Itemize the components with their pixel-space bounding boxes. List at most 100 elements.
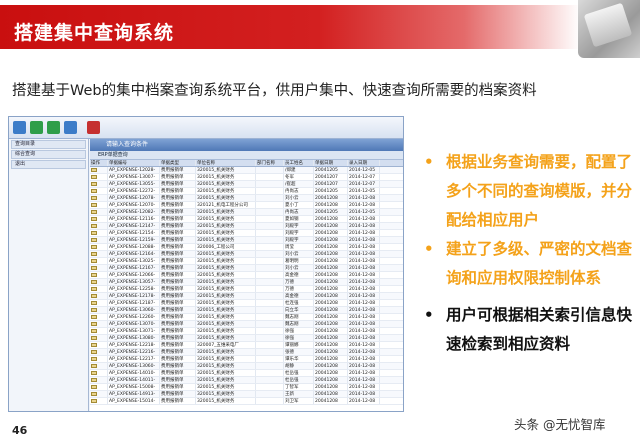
column-header[interactable]: 操作 — [90, 160, 108, 166]
table-row[interactable]: AP_EXPENSE-12147- 费用报销单 320015_机关财务 刘殿宇 2004… — [90, 223, 403, 230]
row-action-cell[interactable] — [90, 286, 108, 292]
row-action-cell[interactable] — [90, 377, 108, 383]
document-icon[interactable] — [91, 210, 97, 214]
table-row[interactable]: AP_EXPENSE-15014- 费用报销单 320015_机关财务 刘卫军 2004… — [90, 398, 403, 405]
column-header[interactable]: 单据编号 — [108, 160, 160, 166]
table-row[interactable]: AP_EXPENSE-12028- 费用报销单 320015_机关财务/郑建 2004… — [90, 167, 403, 174]
row-action-cell[interactable] — [90, 230, 108, 236]
row-action-cell[interactable] — [90, 356, 108, 362]
table-row[interactable]: AP_EXPENSE-13071- 费用报销单 320015_机关财务 徐强 20041… — [90, 328, 403, 335]
table-row[interactable]: AP_EXPENSE-13080- 费用报销单 320015_机关财务 徐强 20041… — [90, 335, 403, 342]
sidebar-item[interactable]: 退出 — [11, 160, 86, 169]
row-action-cell[interactable] — [90, 244, 108, 250]
column-header[interactable]: 单位名称 — [196, 160, 256, 166]
table-row[interactable]: AP_EXPENSE-12260- 费用报销单 320015_机关财务 魏志刚 2004… — [90, 314, 403, 321]
table-row[interactable]: AP_EXPENSE-12216- 费用报销单 320015_机关财务 张德 20041… — [90, 349, 403, 356]
document-icon[interactable] — [91, 364, 97, 368]
table-row[interactable]: AP_EXPENSE-13025- 费用报销单 320015_机关财务 葛明明 2004… — [90, 258, 403, 265]
document-icon[interactable] — [91, 266, 97, 270]
table-row[interactable]: AP_EXPENSE-13060- 费用报销单 320015_机关财务 向立华 2004… — [90, 307, 403, 314]
table-row[interactable]: AP_EXPENSE-12178- 费用报销单 320015_机关财务 高金德 2004… — [90, 293, 403, 300]
close-icon[interactable] — [87, 121, 100, 134]
table-row[interactable]: AP_EXPENSE-13060- 费用报销单 320015_机关财务 胡静 20041… — [90, 363, 403, 370]
row-action-cell[interactable] — [90, 370, 108, 376]
document-icon[interactable] — [91, 273, 97, 277]
table-row[interactable]: AP_EXPENSE-12154- 费用报销单 320015_机关财务 刘殿宇 2004… — [90, 230, 403, 237]
document-icon[interactable] — [91, 315, 97, 319]
table-row[interactable]: AP_EXPENSE-12187- 费用报销单 320015_机关财务 杜连强 2004… — [90, 300, 403, 307]
document-icon[interactable] — [91, 357, 97, 361]
row-action-cell[interactable] — [90, 307, 108, 313]
row-action-cell[interactable] — [90, 321, 108, 327]
document-icon[interactable] — [91, 329, 97, 333]
document-icon[interactable] — [91, 217, 97, 221]
document-icon[interactable] — [91, 385, 97, 389]
document-icon[interactable] — [91, 399, 97, 403]
sidebar-item[interactable]: 综合查询 — [11, 150, 86, 159]
row-action-cell[interactable] — [90, 363, 108, 369]
column-header[interactable]: 单据日期 — [314, 160, 348, 166]
table-row[interactable]: AP_EXPENSE-12078- 费用报销单 320015_机关财务 刘小云 2004… — [90, 195, 403, 202]
table-row[interactable]: AP_EXPENSE-12082- 费用报销单 320015_机关财务 冉尚志 2004… — [90, 209, 403, 216]
row-action-cell[interactable] — [90, 174, 108, 180]
table-row[interactable]: AP_EXPENSE-12116- 费用报销单 320015_机关财务 夏如钢 2004… — [90, 216, 403, 223]
table-row[interactable]: AP_EXPENSE-15008- 费用报销单 320015_机关财务 丁智军 2004… — [90, 384, 403, 391]
document-icon[interactable] — [91, 238, 97, 242]
table-row[interactable]: AP_EXPENSE-12066- 费用报销单 320015_机关财务 高金德 2004… — [90, 272, 403, 279]
row-action-cell[interactable] — [90, 188, 108, 194]
row-action-cell[interactable] — [90, 342, 108, 348]
document-icon[interactable] — [91, 371, 97, 375]
document-icon[interactable] — [91, 392, 97, 396]
document-icon[interactable] — [91, 287, 97, 291]
row-action-cell[interactable] — [90, 391, 108, 397]
row-action-cell[interactable] — [90, 258, 108, 264]
row-action-cell[interactable] — [90, 328, 108, 334]
table-row[interactable]: AP_EXPENSE-13007- 费用报销单 320015_机关财务 冬军 20041… — [90, 174, 403, 181]
row-action-cell[interactable] — [90, 251, 108, 257]
row-action-cell[interactable] — [90, 398, 108, 404]
table-row[interactable]: AP_EXPENSE-14011- 费用报销单 320015_机关财务 杜岳强 2004… — [90, 377, 403, 384]
document-icon[interactable] — [91, 378, 97, 382]
document-icon[interactable] — [91, 231, 97, 235]
column-header[interactable]: 录入日期 — [348, 160, 380, 166]
document-icon[interactable] — [91, 245, 97, 249]
table-row[interactable]: AP_EXPENSE-14010- 费用报销单 320015_机关财务 杜岳强 2004… — [90, 370, 403, 377]
row-action-cell[interactable] — [90, 195, 108, 201]
table-row[interactable]: AP_EXPENSE-12272- 费用报销单 320015_机关财务 冉尚志 2004… — [90, 188, 403, 195]
row-action-cell[interactable] — [90, 279, 108, 285]
table-row[interactable]: AP_EXPENSE-13070- 费用报销单 320015_机关财务 魏志刚 2004… — [90, 321, 403, 328]
table-row[interactable]: AP_EXPENSE-12217- 费用报销单 320015_机关财务 谭乐华 2004… — [90, 356, 403, 363]
row-action-cell[interactable] — [90, 300, 108, 306]
query-condition-bar[interactable]: 请输入查询条件 — [90, 139, 403, 151]
table-row[interactable]: AP_EXPENSE-12164- 费用报销单 320015_机关财务 刘小云 2004… — [90, 251, 403, 258]
row-action-cell[interactable] — [90, 384, 108, 390]
document-icon[interactable] — [91, 322, 97, 326]
document-icon[interactable] — [91, 280, 97, 284]
row-action-cell[interactable] — [90, 272, 108, 278]
table-row[interactable]: AP_EXPENSE-13055- 费用报销单 320015_机关财务/崔超 2004… — [90, 181, 403, 188]
column-header[interactable]: 部门名称 — [256, 160, 284, 166]
table-row[interactable]: AP_EXPENSE-12159- 费用报销单 320015_机关财务 刘殿宇 2004… — [90, 237, 403, 244]
document-icon[interactable] — [91, 203, 97, 207]
table-row[interactable]: AP_EXPENSE-12070- 费用报销单 320121_机电工程分公司 夏小丁 2… — [90, 202, 403, 209]
document-icon[interactable] — [91, 189, 97, 193]
table-row[interactable]: AP_EXPENSE-12258- 费用报销单 320015_机关财务 万德 20041… — [90, 286, 403, 293]
column-header[interactable]: 员工姓名 — [284, 160, 314, 166]
document-icon[interactable] — [91, 252, 97, 256]
table-row[interactable]: AP_EXPENSE-12218- 费用报销单 320007_五维采电厂 谭丽娜 200… — [90, 342, 403, 349]
row-action-cell[interactable] — [90, 265, 108, 271]
document-icon[interactable] — [91, 336, 97, 340]
table-row[interactable]: AP_EXPENSE-12088- 费用报销单 320006_工程公司 周莹 20041… — [90, 244, 403, 251]
sidebar-item[interactable]: 查询目录 — [11, 140, 86, 149]
back-icon[interactable] — [47, 121, 60, 134]
row-action-cell[interactable] — [90, 349, 108, 355]
table-row[interactable]: AP_EXPENSE-13057- 费用报销单 320015_机关财务 万德 20041… — [90, 279, 403, 286]
document-icon[interactable] — [91, 168, 97, 172]
row-action-cell[interactable] — [90, 167, 108, 173]
row-action-cell[interactable] — [90, 335, 108, 341]
forward-icon[interactable] — [64, 121, 77, 134]
document-icon[interactable] — [91, 350, 97, 354]
refresh-icon[interactable] — [13, 121, 26, 134]
row-action-cell[interactable] — [90, 293, 108, 299]
row-action-cell[interactable] — [90, 223, 108, 229]
